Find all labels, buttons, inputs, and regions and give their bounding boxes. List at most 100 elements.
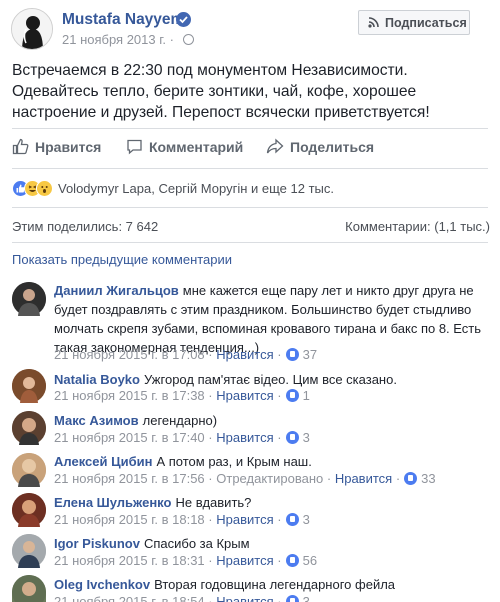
comment-like-link[interactable]: Нравится bbox=[216, 553, 273, 568]
author-avatar[interactable] bbox=[11, 8, 53, 50]
comment-author[interactable]: Алексей Цибин bbox=[54, 454, 152, 469]
meta-separator: · bbox=[277, 430, 282, 445]
meta-separator: · bbox=[208, 388, 213, 403]
comment-meta: 21 ноября 2015 г. в 18:54 · Нравится · 3 bbox=[54, 594, 310, 602]
author-name[interactable]: Mustafa Nayyem bbox=[62, 11, 184, 29]
divider bbox=[12, 168, 488, 169]
comment-body: Даниил Жигальцов мне кажется еще пару лет… bbox=[54, 281, 482, 357]
comment-like-count[interactable]: 33 bbox=[421, 471, 435, 486]
like-count-icon bbox=[285, 389, 299, 402]
comment-time[interactable]: 21 ноября 2015 г. в 18:18 bbox=[54, 512, 205, 527]
like-count-icon bbox=[285, 554, 299, 567]
thumbs-up-icon bbox=[12, 138, 29, 155]
comment-body: Igor Piskunov Спасибо за Крым bbox=[54, 534, 482, 553]
comment-body: Елена Шульженко Не вдавить? bbox=[54, 493, 482, 512]
comment-like-count[interactable]: 37 bbox=[303, 347, 317, 362]
comment-time[interactable]: 21 ноября 2015 г. в 18:54 bbox=[54, 594, 205, 602]
meta-separator: · bbox=[277, 553, 282, 568]
comment-meta: 21 ноября 2015 г. в 17:56 · Отредактиров… bbox=[54, 471, 436, 486]
share-arrow-icon bbox=[266, 138, 284, 154]
comment-like-count[interactable]: 3 bbox=[303, 594, 310, 602]
show-previous-comments-link[interactable]: Показать предыдущие комментарии bbox=[12, 252, 232, 267]
comment-time[interactable]: 21 ноября 2015 г. в 18:31 bbox=[54, 553, 205, 568]
avatar[interactable] bbox=[12, 575, 46, 602]
like-label: Нравится bbox=[35, 138, 102, 155]
avatar[interactable] bbox=[12, 282, 46, 316]
comment-count[interactable]: Комментарии: (1,1 тыс.) bbox=[345, 219, 490, 234]
comment-time[interactable]: 21 ноября 2015 г. в 17:08 bbox=[54, 347, 205, 362]
reactions-summary[interactable]: Volodymyr Lapa, Сергій Моругін и еще 12 … bbox=[12, 178, 334, 198]
comment-meta: 21 ноября 2015 г. в 18:31 · Нравится · 56 bbox=[54, 553, 317, 568]
comment-like-count[interactable]: 3 bbox=[303, 512, 310, 527]
reaction-names[interactable]: Volodymyr Lapa, Сергій Моругін и еще 12 … bbox=[58, 181, 334, 196]
rss-icon bbox=[368, 17, 379, 28]
meta-separator: · bbox=[208, 512, 213, 527]
comment-text: Не вдавить? bbox=[175, 495, 252, 510]
avatar[interactable] bbox=[12, 493, 46, 527]
comment-meta: 21 ноября 2015 г. в 18:18 · Нравится · 3 bbox=[54, 512, 310, 527]
post-text: Встречаемся в 22:30 под монументом Незав… bbox=[12, 62, 430, 121]
divider bbox=[12, 242, 488, 243]
verified-badge-icon bbox=[176, 12, 191, 27]
avatar[interactable] bbox=[12, 453, 46, 487]
comment-author[interactable]: Даниил Жигальцов bbox=[54, 283, 179, 298]
comment-like-count[interactable]: 56 bbox=[303, 553, 317, 568]
comment-author[interactable]: Igor Piskunov bbox=[54, 536, 140, 551]
like-count-icon bbox=[285, 595, 299, 602]
like-count-icon bbox=[404, 472, 418, 485]
comment-time[interactable]: 21 ноября 2015 г. в 17:38 bbox=[54, 388, 205, 403]
date-separator: · bbox=[169, 32, 174, 47]
comment-like-link[interactable]: Нравится bbox=[216, 594, 273, 602]
comment-like-link[interactable]: Нравится bbox=[216, 430, 273, 445]
comment-text: Вторая годовщина легендарного фейла bbox=[154, 577, 396, 592]
post-actions: Нравится Комментарий Поделиться bbox=[0, 134, 500, 164]
meta-separator: · bbox=[208, 553, 213, 568]
avatar[interactable] bbox=[12, 411, 46, 445]
comment-text: А потом раз, и Крым наш. bbox=[156, 454, 312, 469]
comment-body: Макс Азимов легендарно) bbox=[54, 411, 482, 430]
comment-meta: 21 ноября 2015 г. в 17:40 · Нравится · 3 bbox=[54, 430, 310, 445]
comment-author[interactable]: Елена Шульженко bbox=[54, 495, 171, 510]
comment-time[interactable]: 21 ноября 2015 г. в 17:56 bbox=[54, 471, 205, 486]
meta-separator: · bbox=[277, 388, 282, 403]
comment-author[interactable]: Oleg Ivchenkov bbox=[54, 577, 150, 592]
meta-separator: · bbox=[208, 594, 213, 602]
avatar[interactable] bbox=[12, 369, 46, 403]
edited-label[interactable]: Отредактировано bbox=[216, 471, 323, 486]
share-button[interactable]: Поделиться bbox=[266, 138, 374, 155]
comment-button[interactable]: Комментарий bbox=[126, 138, 243, 155]
comment-like-link[interactable]: Нравится bbox=[216, 347, 273, 362]
comment-text: легендарно) bbox=[142, 413, 218, 428]
avatar[interactable] bbox=[12, 534, 46, 568]
comment-like-link[interactable]: Нравится bbox=[216, 512, 273, 527]
meta-separator: · bbox=[208, 430, 213, 445]
like-button[interactable]: Нравится bbox=[12, 138, 101, 155]
comment-like-count[interactable]: 1 bbox=[303, 388, 310, 403]
divider bbox=[12, 207, 488, 208]
comment-text: Ужгород пам'ятає відео. Цим все сказано. bbox=[143, 372, 397, 387]
comment-author[interactable]: Natalia Boyko bbox=[54, 372, 140, 387]
meta-separator: · bbox=[208, 347, 213, 362]
meta-separator: · bbox=[208, 471, 213, 486]
like-count-icon bbox=[285, 513, 299, 526]
divider bbox=[12, 128, 488, 129]
like-count-icon bbox=[285, 348, 299, 361]
comment-like-link[interactable]: Нравится bbox=[216, 388, 273, 403]
comment-author[interactable]: Макс Азимов bbox=[54, 413, 139, 428]
comment-body: Алексей Цибин А потом раз, и Крым наш. bbox=[54, 452, 482, 471]
comment-like-count[interactable]: 3 bbox=[303, 430, 310, 445]
meta-separator: · bbox=[277, 594, 282, 602]
post-date[interactable]: 21 ноября 2013 г. bbox=[62, 32, 166, 47]
meta-separator: · bbox=[277, 512, 282, 527]
follow-button[interactable]: Подписаться bbox=[358, 10, 470, 35]
comment-meta: 21 ноября 2015 г. в 17:38 · Нравится · 1 bbox=[54, 388, 310, 403]
meta-separator: · bbox=[277, 347, 282, 362]
comment-meta: 21 ноября 2015 г. в 17:08 · Нравится · 37 bbox=[54, 347, 317, 362]
globe-icon bbox=[182, 34, 194, 45]
share-count[interactable]: Этим поделились: 7 642 bbox=[12, 219, 158, 234]
comment-like-link[interactable]: Нравится bbox=[335, 471, 392, 486]
comment-time[interactable]: 21 ноября 2015 г. в 17:40 bbox=[54, 430, 205, 445]
like-count-icon bbox=[285, 431, 299, 444]
comment-text: Спасибо за Крым bbox=[143, 536, 250, 551]
comment-body: Natalia Boyko Ужгород пам'ятає відео. Цим… bbox=[54, 370, 482, 389]
